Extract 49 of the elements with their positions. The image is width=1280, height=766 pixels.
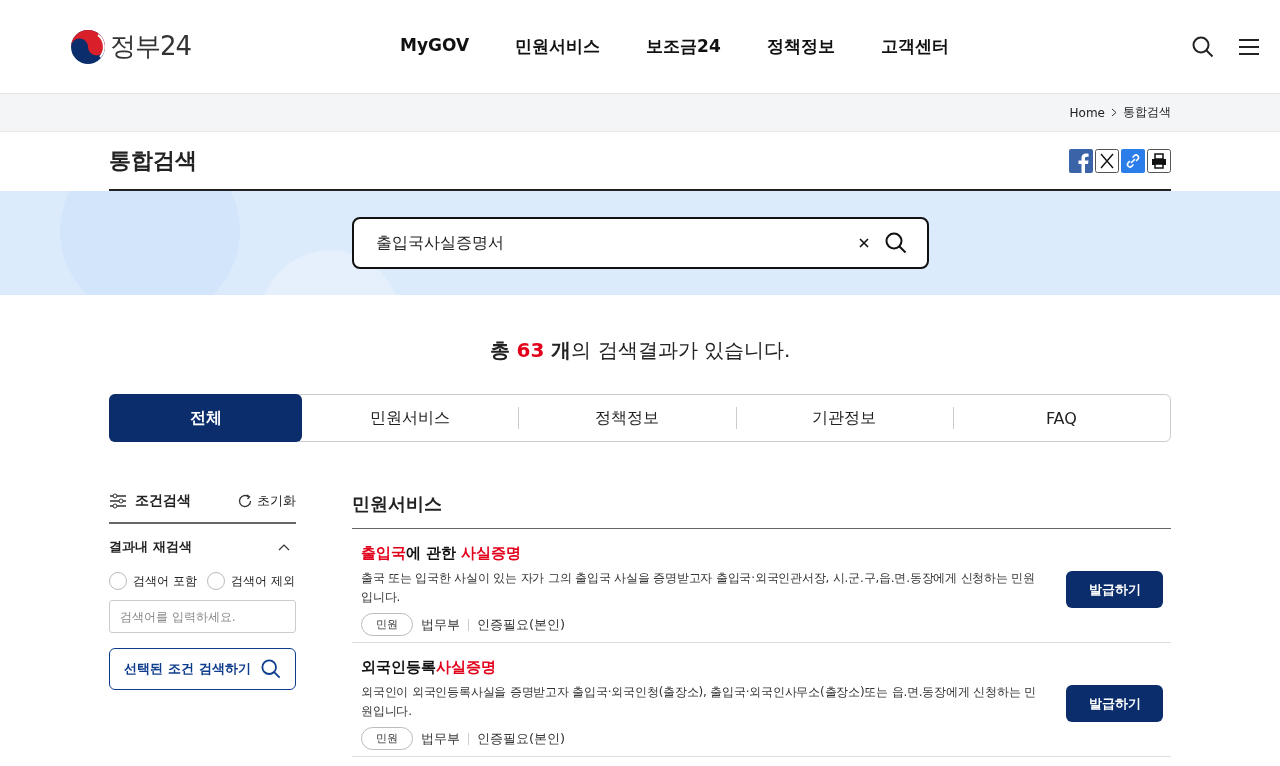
chevron-right-icon [1111, 108, 1117, 117]
auth-label: 인증필요(본인) [477, 615, 566, 634]
menu-icon[interactable] [1238, 37, 1260, 56]
nav-link[interactable]: 민원서비스 [515, 35, 601, 58]
search-icon [260, 659, 281, 679]
refresh-icon [237, 493, 253, 509]
tab[interactable]: 기관정보 [735, 395, 953, 441]
section-label: 결과내 재검색 [109, 538, 192, 556]
clear-icon[interactable] [858, 238, 869, 248]
search-icon[interactable] [1192, 35, 1214, 58]
facebook-icon[interactable] [1069, 148, 1093, 173]
agency-label: 법무부 [421, 729, 460, 748]
nav-link[interactable]: 정책정보 [766, 35, 835, 58]
search-field[interactable]: 출입국사실증명서 [351, 217, 929, 269]
filter-title: 조건검색 [135, 492, 191, 510]
agency-label: 법무부 [421, 615, 460, 634]
nav-link[interactable]: 보조금24 [646, 35, 721, 58]
section-heading: 민원서비스 [352, 492, 1171, 529]
result-description: 외국인이 외국인등록사실을 증명받고자 출입국·외국인청(출장소), 출입국·외국인사무소(출장소)또는 읍.면.동장에게 신청하는 민원입니다. [361, 684, 1037, 720]
search-button[interactable]: 선택된 조건 검색하기 [109, 648, 296, 690]
issue-button[interactable]: 발급하기 [1066, 571, 1163, 608]
radio-label: 검색어 포함 [133, 572, 197, 590]
breadcrumb-link[interactable]: Home [1069, 105, 1105, 120]
x-icon[interactable] [1095, 148, 1119, 173]
tab[interactable]: 정책정보 [518, 395, 736, 441]
radio-label: 검색어 제외 [230, 572, 295, 590]
page-title: 통합검색 [109, 146, 197, 175]
result-count: 총 63 개의 검색결과가 있습니다. [488, 337, 792, 364]
result-title[interactable]: 출입국에 관한 사실증명 [361, 545, 522, 561]
nav-link[interactable]: 고객센터 [880, 35, 949, 58]
tab[interactable]: 전체 [109, 394, 302, 442]
tab[interactable]: FAQ [952, 395, 1170, 441]
print-icon[interactable] [1147, 148, 1171, 173]
sliders-icon [109, 493, 127, 509]
input-field[interactable]: 검색어를 입력하세요. [109, 600, 296, 633]
issue-button[interactable]: 발급하기 [1066, 685, 1163, 722]
breadcrumb-current: 통합검색 [1123, 104, 1171, 121]
link-icon[interactable] [1121, 148, 1145, 173]
search-icon[interactable] [884, 232, 907, 254]
logo[interactable]: 정부24 [70, 28, 360, 65]
emblem-icon [70, 28, 106, 65]
nav-link[interactable]: MyGOV [400, 35, 470, 58]
result-description: 출국 또는 입국한 사실이 있는 자가 그의 출입국 사실을 증명받고자 출입국·외국인관서장, 시.군.구,읍.면.동장에게 신청하는 민원입니다. [361, 570, 1037, 606]
auth-label: 인증필요(본인) [477, 729, 566, 748]
category-tag: 민원 [361, 727, 413, 750]
tab[interactable]: 민원서비스 [301, 395, 519, 441]
chevron-up-icon[interactable] [278, 543, 290, 551]
result-title[interactable]: 외국인등록사실증명 [361, 659, 496, 675]
reset-button[interactable]: 초기화 [237, 492, 296, 510]
